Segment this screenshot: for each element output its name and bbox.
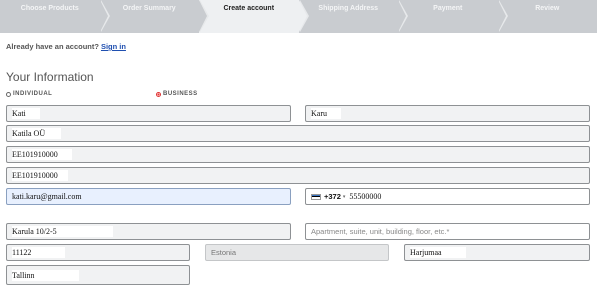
region-value: Harjumaa bbox=[410, 247, 466, 258]
step-label: Payment bbox=[433, 5, 463, 12]
step-label: Review bbox=[535, 5, 560, 12]
registration-code-value: EE101910000 bbox=[12, 149, 72, 160]
address-field[interactable]: Karula 10/2-5 bbox=[6, 223, 291, 240]
radio-business-icon[interactable] bbox=[156, 91, 161, 97]
first-name-field[interactable]: Kati bbox=[6, 105, 291, 122]
city-field[interactable]: Tallinn bbox=[6, 265, 190, 285]
last-name-value: Karu bbox=[311, 108, 341, 119]
hidden-field-overlay bbox=[6, 207, 104, 221]
step-payment[interactable]: Payment bbox=[398, 0, 507, 33]
section-title: Your Information bbox=[6, 70, 94, 84]
company-field[interactable]: Katila OÜ bbox=[6, 125, 590, 142]
postal-code-field[interactable]: 11122 bbox=[6, 244, 190, 261]
last-name-field[interactable]: Karu bbox=[305, 105, 590, 122]
address2-placeholder: Apartment, suite, unit, building, floor,… bbox=[311, 227, 450, 236]
estonia-flag-icon[interactable] bbox=[311, 193, 321, 200]
address2-field[interactable]: Apartment, suite, unit, building, floor,… bbox=[305, 223, 590, 240]
chevron-down-icon[interactable]: ▾ bbox=[343, 194, 346, 200]
vat-number-field[interactable]: EE101910000 bbox=[6, 167, 590, 184]
radio-business[interactable]: BUSINESS bbox=[156, 91, 198, 97]
radio-individual-label: INDIVIDUAL bbox=[13, 91, 53, 97]
step-order-summary[interactable]: Order Summary bbox=[99, 0, 209, 33]
country-value: Estonia bbox=[211, 248, 237, 257]
radio-individual-icon[interactable] bbox=[6, 91, 11, 97]
phone-country-code[interactable]: +372 bbox=[324, 192, 341, 201]
first-name-value: Kati bbox=[12, 108, 40, 119]
step-label: Create account bbox=[223, 5, 275, 12]
postal-code-value: 11122 bbox=[12, 247, 66, 258]
step-shipping-address[interactable]: Shipping Address bbox=[298, 0, 408, 33]
address-value: Karula 10/2-5 bbox=[12, 226, 113, 237]
step-label: Choose Products bbox=[20, 5, 79, 12]
account-prompt-text: Already have an account? bbox=[6, 42, 99, 51]
company-value: Katila OÜ bbox=[12, 128, 62, 139]
radio-business-label: BUSINESS bbox=[163, 91, 198, 97]
step-label: Shipping Address bbox=[318, 5, 379, 12]
country-field: Estonia bbox=[205, 244, 389, 261]
sign-in-link[interactable]: Sign in bbox=[101, 42, 126, 51]
checkout-progress: Choose Products Order Summary Create acc… bbox=[0, 0, 597, 33]
phone-field[interactable]: +372 ▾ 55500000 bbox=[305, 188, 590, 205]
region-field[interactable]: Harjumaa bbox=[404, 244, 590, 261]
city-value: Tallinn bbox=[12, 269, 79, 281]
step-create-account[interactable]: Create account bbox=[199, 0, 308, 33]
registration-code-field[interactable]: EE101910000 bbox=[6, 146, 590, 163]
step-choose-products[interactable]: Choose Products bbox=[0, 0, 109, 33]
email-field[interactable]: kati.karu@gmail.com bbox=[6, 188, 291, 205]
vat-number-value: EE101910000 bbox=[12, 170, 68, 181]
email-value: kati.karu@gmail.com bbox=[12, 191, 96, 202]
phone-number-value: 55500000 bbox=[349, 192, 382, 201]
step-review[interactable]: Review bbox=[497, 0, 597, 33]
account-prompt: Already have an account? Sign in bbox=[6, 42, 126, 51]
radio-individual[interactable]: INDIVIDUAL bbox=[6, 91, 52, 97]
step-label: Order Summary bbox=[122, 5, 176, 12]
